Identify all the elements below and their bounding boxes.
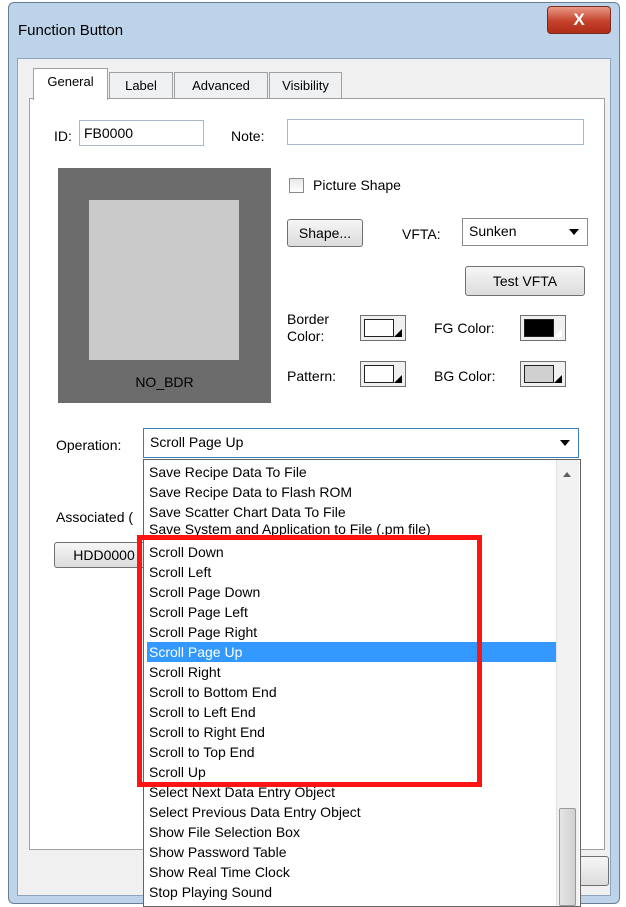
list-item[interactable]: Save Recipe Data To File	[147, 462, 557, 482]
dropdown-arrow-icon	[394, 329, 402, 337]
associated-label: Associated (	[56, 509, 134, 525]
list-item[interactable]: Stop Playing Sound	[147, 882, 557, 902]
highlight-box	[137, 535, 482, 787]
close-button[interactable]: X	[547, 6, 611, 34]
vfta-label: VFTA:	[402, 226, 441, 242]
vfta-select-value: Sunken	[469, 223, 517, 239]
list-item[interactable]: Save Recipe Data to Flash ROM	[147, 482, 557, 502]
preview-label: NO_BDR	[135, 374, 194, 390]
tab-visibility[interactable]: Visibility	[269, 72, 342, 99]
id-field[interactable]: FB0000	[79, 120, 204, 146]
list-item[interactable]: Select Previous Data Entry Object	[147, 802, 557, 822]
note-label: Note:	[231, 128, 265, 144]
picture-shape-checkbox[interactable]	[289, 178, 304, 193]
border-color-label: Border Color:	[287, 311, 330, 344]
operation-select[interactable]: Scroll Page Up	[143, 428, 579, 458]
fg-color-picker[interactable]	[520, 315, 566, 341]
list-item[interactable]: Show Password Table	[147, 842, 557, 862]
bg-color-picker[interactable]	[520, 361, 566, 387]
id-label: ID:	[54, 128, 72, 144]
list-item[interactable]: Show Real Time Clock	[147, 862, 557, 882]
dropdown-arrow-icon	[394, 375, 402, 383]
border-color-picker[interactable]	[360, 315, 406, 341]
border-color-swatch	[364, 319, 394, 337]
chevron-down-icon	[560, 440, 570, 446]
pattern-picker[interactable]	[360, 361, 406, 387]
chevron-down-icon	[569, 229, 579, 235]
bg-color-label: BG Color:	[434, 368, 496, 384]
list-item[interactable]: Save System and Application to File (.pm…	[147, 522, 557, 536]
list-scrollbar[interactable]	[556, 460, 579, 906]
scroll-up-arrow-icon[interactable]	[563, 472, 571, 477]
list-item[interactable]: Show File Selection Box	[147, 822, 557, 842]
picture-shape-label: Picture Shape	[313, 177, 401, 193]
pattern-swatch	[364, 365, 394, 383]
bg-color-swatch	[524, 365, 554, 383]
fg-color-label: FG Color:	[434, 320, 495, 336]
fg-color-swatch	[524, 319, 554, 337]
tab-advanced[interactable]: Advanced	[174, 72, 268, 99]
scrollbar-thumb[interactable]	[559, 808, 576, 906]
test-vfta-button[interactable]: Test VFTA	[465, 266, 585, 296]
list-item[interactable]: Save Scatter Chart Data To File	[147, 502, 557, 522]
operation-select-value: Scroll Page Up	[150, 434, 244, 450]
dropdown-arrow-icon	[554, 329, 562, 337]
dropdown-arrow-icon	[554, 375, 562, 383]
shape-preview-face	[89, 200, 239, 360]
window-title: Function Button	[18, 22, 124, 39]
vfta-select[interactable]: Sunken	[462, 218, 588, 246]
note-field[interactable]	[287, 119, 584, 145]
shape-button[interactable]: Shape...	[287, 219, 363, 247]
tab-label[interactable]: Label	[109, 72, 173, 99]
tab-general[interactable]: General	[33, 68, 108, 100]
pattern-label: Pattern:	[287, 368, 337, 384]
operation-label: Operation:	[56, 437, 122, 453]
